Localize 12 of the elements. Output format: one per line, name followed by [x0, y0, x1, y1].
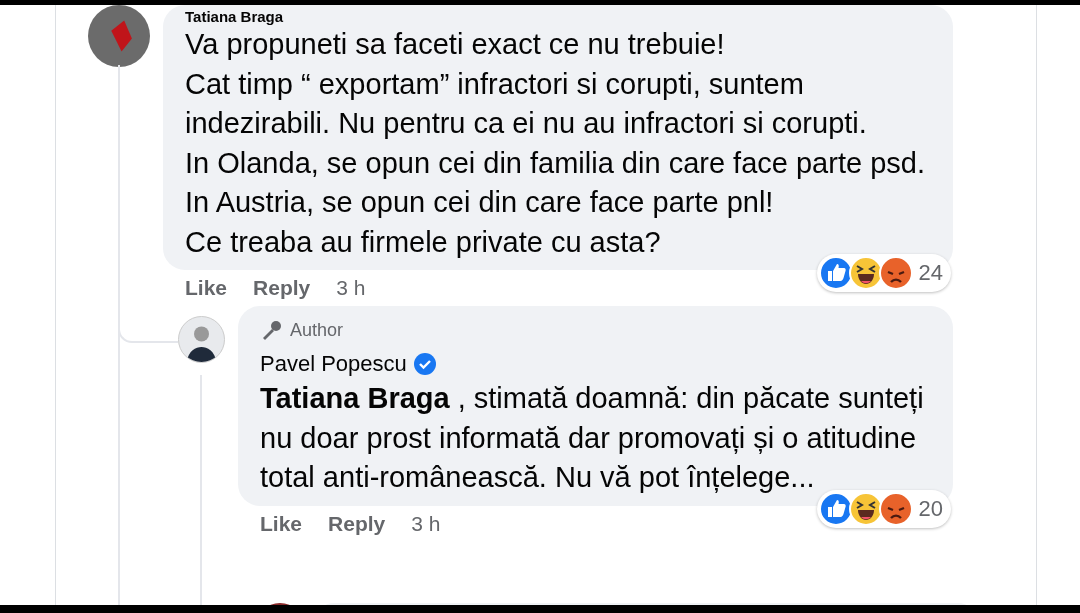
- author-name[interactable]: Pavel Popescu: [260, 349, 407, 379]
- author-label: Author: [290, 319, 344, 341]
- timestamp[interactable]: 3 h: [411, 511, 441, 536]
- reactions-summary[interactable]: 20: [816, 489, 951, 528]
- like-button[interactable]: Like: [260, 511, 303, 536]
- author-name[interactable]: Tatiana Braga: [185, 8, 284, 25]
- timestamp[interactable]: 3 h: [336, 276, 366, 300]
- avatar[interactable]: [178, 316, 225, 363]
- reply-button[interactable]: Reply: [328, 511, 386, 536]
- reply-button[interactable]: Reply: [253, 276, 311, 300]
- like-button[interactable]: Like: [185, 276, 228, 300]
- reactions-summary[interactable]: 24: [816, 254, 951, 292]
